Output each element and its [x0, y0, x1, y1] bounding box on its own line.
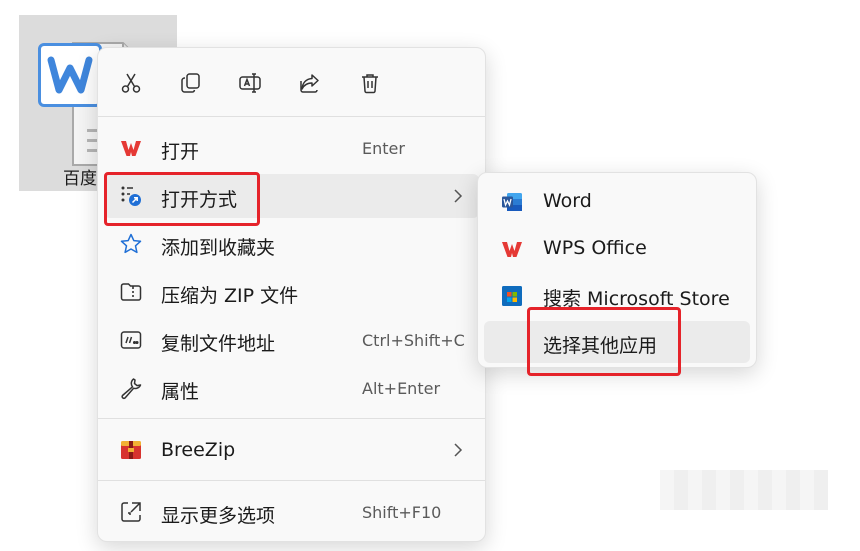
open-with-icon: [118, 183, 144, 209]
menu-item-properties[interactable]: 属性 Alt+Enter: [104, 366, 479, 410]
chevron-right-icon: [454, 189, 463, 203]
submenu-item-search-store[interactable]: 搜索 Microsoft Store: [484, 274, 750, 316]
submenu-item-label: 选择其他应用: [543, 335, 658, 357]
shortcut-label: Alt+Enter: [362, 379, 441, 398]
separator: [98, 418, 485, 419]
menu-item-add-to-favorites[interactable]: 添加到收藏夹: [104, 222, 479, 266]
wrench-icon: [118, 375, 144, 401]
delete-button[interactable]: [355, 68, 385, 98]
shortcut-label: Enter: [362, 139, 405, 158]
separator: [98, 480, 485, 481]
open-with-submenu: Word WPS Office 搜索 Microsoft Store 选择其他应…: [477, 172, 757, 368]
menu-item-label: 显示更多选项: [161, 505, 276, 527]
copy-button[interactable]: [176, 68, 206, 98]
menu-item-open-with[interactable]: 打开方式: [104, 174, 479, 218]
submenu-item-label: WPS Office: [543, 237, 647, 259]
submenu-item-choose-other-app[interactable]: 选择其他应用: [484, 321, 750, 363]
zip-folder-icon: [118, 279, 144, 305]
menu-item-breezip[interactable]: BreeZip: [104, 428, 479, 472]
store-icon: [499, 283, 525, 309]
chevron-right-icon: [454, 443, 463, 457]
scissors-icon: [121, 73, 141, 93]
menu-item-label: BreeZip: [161, 439, 236, 461]
more-options-icon: [118, 499, 144, 525]
menu-item-open[interactable]: 打开 Enter: [104, 126, 479, 170]
submenu-item-word[interactable]: Word: [484, 180, 750, 222]
shortcut-label: Ctrl+Shift+C: [362, 331, 465, 350]
context-menu-toolbar: [98, 48, 485, 116]
menu-item-label: 添加到收藏夹: [161, 237, 276, 259]
menu-item-label: 复制文件地址: [161, 333, 276, 355]
submenu-item-label: Word: [543, 190, 592, 212]
menu-item-label: 属性: [161, 381, 200, 403]
wps-icon: [499, 236, 525, 262]
wps-icon: [118, 135, 144, 161]
shortcut-label: Shift+F10: [362, 503, 442, 522]
menu-item-label: 打开方式: [161, 189, 238, 211]
context-menu: 打开 Enter 打开方式 添加到收藏夹 压缩为 ZIP 文件 复制文件地址 C…: [97, 47, 486, 542]
menu-item-label: 打开: [161, 141, 200, 163]
file-name: 百度: [63, 169, 97, 189]
share-icon: [300, 74, 319, 93]
watermark: [660, 470, 828, 510]
menu-item-copy-path[interactable]: 复制文件地址 Ctrl+Shift+C: [104, 318, 479, 362]
trash-icon: [362, 74, 378, 94]
menu-item-compress-zip[interactable]: 压缩为 ZIP 文件: [104, 270, 479, 314]
star-icon: [118, 231, 144, 257]
copy-path-icon: [118, 327, 144, 353]
word-badge-icon: [38, 43, 102, 107]
submenu-item-label: 搜索 Microsoft Store: [543, 288, 730, 310]
copy-icon: [181, 73, 200, 93]
submenu-item-wps-office[interactable]: WPS Office: [484, 227, 750, 269]
cut-button[interactable]: [116, 68, 146, 98]
rename-icon: [239, 73, 261, 93]
separator: [98, 116, 485, 117]
breezip-icon: [118, 437, 144, 463]
menu-item-show-more-options[interactable]: 显示更多选项 Shift+F10: [104, 490, 479, 534]
rename-button[interactable]: [235, 68, 265, 98]
menu-item-label: 压缩为 ZIP 文件: [161, 285, 299, 307]
word-icon: [499, 189, 525, 215]
share-button[interactable]: [295, 68, 325, 98]
